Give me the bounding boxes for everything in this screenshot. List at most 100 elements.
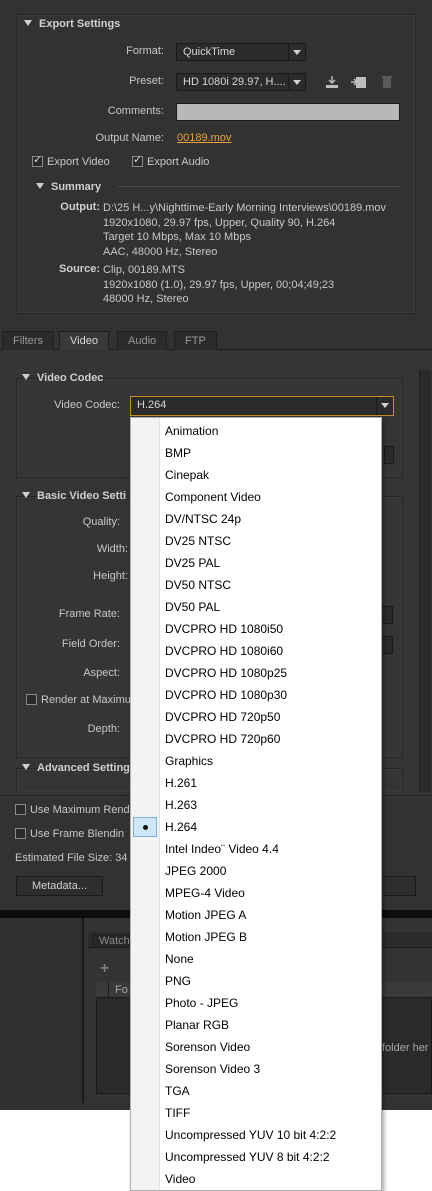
tab-ftp[interactable]: FTP — [174, 331, 217, 350]
codec-option[interactable]: H.263 — [131, 794, 381, 816]
metadata-button[interactable]: Metadata... — [16, 876, 103, 896]
tab-video[interactable]: Video — [59, 331, 109, 350]
summary-header[interactable]: Summary — [36, 181, 101, 193]
codec-option-label: DVCPRO HD 1080i60 — [165, 644, 284, 658]
add-folder-icon[interactable]: + — [100, 960, 109, 978]
codec-settings-button[interactable] — [384, 446, 394, 464]
delete-preset-icon[interactable] — [380, 74, 394, 90]
output-line: Target 10 Mbps, Max 10 Mbps — [103, 231, 251, 243]
codec-option[interactable]: DV25 NTSC — [131, 530, 381, 552]
codec-option[interactable]: TGA — [131, 1080, 381, 1102]
column-header-folder[interactable]: Fo — [115, 984, 128, 996]
checkbox-icon — [26, 694, 37, 705]
save-preset-icon[interactable] — [324, 74, 340, 90]
import-preset-icon[interactable] — [350, 74, 368, 90]
codec-option-label: JPEG 2000 — [165, 864, 227, 878]
preset-select[interactable]: HD 1080i 29.97, H.... — [176, 73, 306, 91]
tab-audio[interactable]: Audio — [117, 331, 168, 350]
codec-option[interactable]: JPEG 2000 — [131, 860, 381, 882]
add-folder-hint: folder her — [382, 1042, 429, 1054]
codec-option-label: H.261 — [165, 776, 198, 790]
codec-option[interactable]: BMP — [131, 442, 381, 464]
format-label: Format: — [126, 45, 164, 57]
collapse-triangle-icon[interactable] — [36, 183, 44, 189]
use-frame-blending-checkbox[interactable]: Use Frame Blendin — [15, 828, 124, 840]
comments-field[interactable] — [176, 103, 400, 121]
checkbox-icon — [15, 828, 26, 839]
use-max-render-checkbox[interactable]: Use Maximum Rend — [15, 804, 130, 816]
codec-option[interactable]: Sorenson Video 3 — [131, 1058, 381, 1080]
video-codec-select[interactable]: H.264 — [130, 396, 394, 416]
collapse-triangle-icon[interactable] — [24, 20, 32, 26]
codec-option[interactable]: Planar RGB — [131, 1014, 381, 1036]
codec-option[interactable]: MPEG-4 Video — [131, 882, 381, 904]
codec-option[interactable]: H.264 — [131, 816, 381, 838]
video-codec-header[interactable]: Video Codec — [22, 372, 103, 384]
codec-option[interactable]: H.261 — [131, 772, 381, 794]
codec-option[interactable]: Uncompressed YUV 10 bit 4:2:2 — [131, 1124, 381, 1146]
codec-option[interactable]: Photo - JPEG — [131, 992, 381, 1014]
codec-option[interactable]: DVCPRO HD 720p50 — [131, 706, 381, 728]
codec-option[interactable]: None — [131, 948, 381, 970]
export-settings-title: Export Settings — [39, 18, 121, 30]
codec-option-label: DVCPRO HD 720p60 — [165, 732, 281, 746]
codec-option[interactable]: Motion JPEG A — [131, 904, 381, 926]
advanced-settings-header[interactable]: Advanced Setting — [22, 762, 130, 774]
codec-option-label: TGA — [165, 1084, 190, 1098]
vertical-scrollbar[interactable] — [419, 370, 431, 792]
export-audio-checkbox[interactable]: Export Audio — [132, 153, 209, 168]
export-video-checkbox[interactable]: Export Video — [32, 153, 110, 168]
video-codec-label: Video Codec: — [54, 399, 120, 411]
codec-option[interactable]: Intel Indeo¨ Video 4.4 — [131, 838, 381, 860]
codec-option-label: Uncompressed YUV 8 bit 4:2:2 — [165, 1150, 330, 1164]
codec-option[interactable]: DVCPRO HD 1080p30 — [131, 684, 381, 706]
codec-option[interactable]: DV50 PAL — [131, 596, 381, 618]
source-summary-text: Clip, 00189.MTS 1920x1080 (1.0), 29.97 f… — [103, 263, 334, 307]
codec-option[interactable]: Video — [131, 1168, 381, 1190]
codec-option[interactable]: PNG — [131, 970, 381, 992]
codec-option[interactable]: Component Video — [131, 486, 381, 508]
format-select[interactable]: QuickTime — [176, 43, 306, 61]
output-name-link[interactable]: 00189.mov — [177, 132, 231, 144]
codec-option[interactable]: DVCPRO HD 1080p25 — [131, 662, 381, 684]
video-codec-value: H.264 — [137, 399, 167, 411]
codec-option[interactable]: DV25 PAL — [131, 552, 381, 574]
codec-option[interactable]: Animation — [131, 420, 381, 442]
export-video-label: Export Video — [47, 156, 110, 168]
codec-option-label: DV50 NTSC — [165, 578, 232, 592]
video-codec-dropdown-list[interactable]: Animation BMP Cinepak Component Video DV/NTS… — [130, 417, 382, 1191]
chevron-down-icon — [376, 397, 393, 415]
render-max-depth-checkbox[interactable]: Render at Maximu — [26, 694, 131, 706]
codec-option-label: H.263 — [165, 798, 198, 812]
collapse-triangle-icon[interactable] — [22, 374, 30, 380]
collapse-triangle-icon[interactable] — [22, 492, 30, 498]
codec-option[interactable]: Cinepak — [131, 464, 381, 486]
codec-option[interactable]: DVCPRO HD 1080i50 — [131, 618, 381, 640]
codec-option[interactable]: TIFF — [131, 1102, 381, 1124]
codec-option-label: Sorenson Video 3 — [165, 1062, 261, 1076]
export-settings-header[interactable]: Export Settings — [24, 18, 120, 30]
codec-option[interactable]: DV/NTSC 24p — [131, 508, 381, 530]
codec-option-label: Graphics — [165, 754, 214, 768]
codec-option[interactable]: DVCPRO HD 720p60 — [131, 728, 381, 750]
codec-option[interactable]: Graphics — [131, 750, 381, 772]
checkbox-check-icon — [32, 153, 43, 167]
codec-option-label: Intel Indeo¨ Video 4.4 — [165, 842, 279, 856]
codec-option[interactable]: DV50 NTSC — [131, 574, 381, 596]
summary-title: Summary — [51, 181, 102, 193]
codec-option-label: PNG — [165, 974, 192, 988]
basic-video-header[interactable]: Basic Video Setti — [22, 490, 126, 502]
header-divider — [108, 982, 109, 998]
codec-option[interactable]: Motion JPEG B — [131, 926, 381, 948]
codec-option[interactable]: DVCPRO HD 1080i60 — [131, 640, 381, 662]
collapse-triangle-icon[interactable] — [22, 764, 30, 770]
codec-option[interactable]: Uncompressed YUV 8 bit 4:2:2 — [131, 1146, 381, 1168]
codec-option-label: DV25 PAL — [165, 556, 221, 570]
estimated-size-label: Estimated File Size: — [15, 852, 113, 864]
estimated-size-value: 34 — [115, 852, 128, 864]
codec-option[interactable]: Sorenson Video — [131, 1036, 381, 1058]
source-summary-label: Source: — [59, 263, 100, 275]
tab-filters[interactable]: Filters — [2, 331, 54, 350]
comments-label: Comments: — [107, 105, 164, 117]
codec-option-label: MPEG-4 Video — [165, 886, 245, 900]
